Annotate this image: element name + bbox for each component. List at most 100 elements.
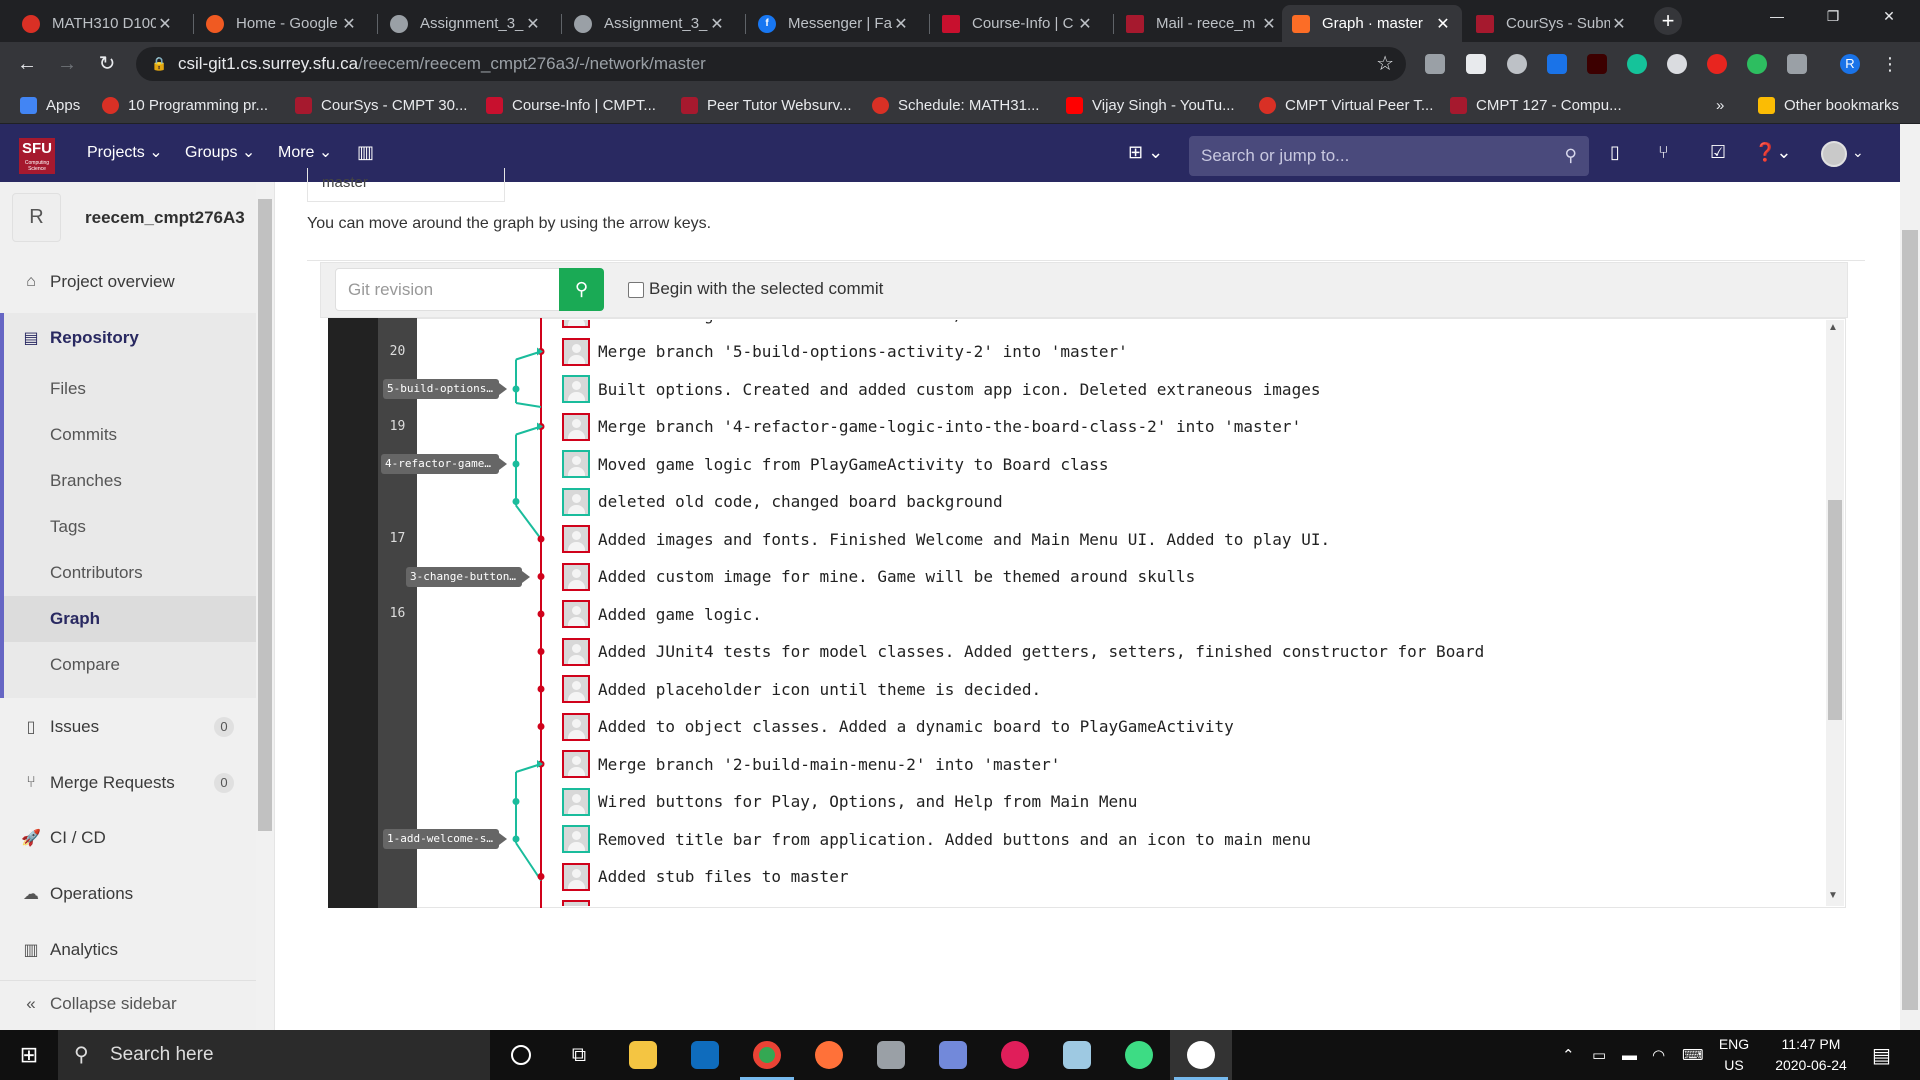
other-bookmarks[interactable]: Other bookmarks xyxy=(1758,95,1899,115)
commit-row[interactable]: Moved game logic from PlayGameActivity t… xyxy=(562,448,1109,480)
user-avatar[interactable] xyxy=(1821,141,1847,167)
notifications-icon[interactable]: ▤ xyxy=(1872,1030,1891,1080)
close-icon[interactable]: ✕ xyxy=(708,14,726,34)
extension-icon[interactable] xyxy=(1425,54,1445,74)
sidebar-project[interactable]: R reecem_cmpt276A3 xyxy=(12,193,245,242)
browser-tab[interactable]: Assignment_3_ ✕ xyxy=(564,5,736,42)
browser-tab[interactable]: Assignment_3_ ✕ xyxy=(380,5,552,42)
extension-icon[interactable] xyxy=(1507,54,1527,74)
more-menu[interactable]: More ⌄ xyxy=(278,142,332,162)
commit-row[interactable]: Merge branch '4-refactor-game-logic-into… xyxy=(562,411,1301,443)
file-explorer-icon[interactable] xyxy=(612,1030,674,1080)
browser-tab[interactable]: f Messenger | Fa ✕ xyxy=(748,5,920,42)
reload-icon[interactable]: ↻ xyxy=(93,50,121,78)
bookmark-item[interactable]: Schedule: MATH31... xyxy=(872,95,1039,115)
scroll-up-icon[interactable]: ▲ xyxy=(1828,322,1838,333)
app-icon[interactable] xyxy=(860,1030,922,1080)
commit-row[interactable]: Wired buttons for Play, Options, and Hel… xyxy=(562,786,1137,818)
taskbar-search[interactable]: ⚲ Search here xyxy=(58,1030,490,1080)
browser-tab-active[interactable]: Graph · master ✕ xyxy=(1282,5,1462,42)
chrome-icon[interactable] xyxy=(736,1030,798,1080)
close-icon[interactable]: ✕ xyxy=(1260,14,1278,34)
branch-selector[interactable]: master xyxy=(307,168,505,202)
collapse-sidebar-button[interactable]: « Collapse sidebar xyxy=(0,980,256,1026)
close-icon[interactable]: ✕ xyxy=(340,14,358,34)
browser-tab[interactable]: Mail - reece_m ✕ xyxy=(1116,5,1288,42)
adblock-icon[interactable] xyxy=(1707,54,1727,74)
evernote-icon[interactable] xyxy=(1747,54,1767,74)
search-input[interactable]: Search or jump to... ⚲ xyxy=(1189,136,1589,176)
commit-row[interactable]: Added images and fonts. Finished Welcome… xyxy=(562,523,1330,555)
browser-tab[interactable]: Course-Info | C ✕ xyxy=(932,5,1104,42)
close-icon[interactable]: ✕ xyxy=(156,14,174,34)
task-view-icon[interactable]: ⧉ xyxy=(548,1030,610,1080)
close-icon[interactable]: ✕ xyxy=(524,14,542,34)
restore-icon[interactable]: ❐ xyxy=(1810,0,1856,32)
close-window-icon[interactable]: ✕ xyxy=(1866,0,1912,32)
menu-kebab-icon[interactable]: ⋮ xyxy=(1880,54,1900,74)
extension-icon[interactable] xyxy=(1667,54,1687,74)
back-icon[interactable]: ← xyxy=(13,50,41,78)
sfu-logo[interactable]: SFU Computing Science xyxy=(19,138,55,174)
extension-icon[interactable] xyxy=(1547,54,1567,74)
scroll-down-icon[interactable]: ▼ xyxy=(1828,890,1838,901)
extension-icon[interactable] xyxy=(1587,54,1607,74)
groups-menu[interactable]: Groups ⌄ xyxy=(185,142,255,162)
close-icon[interactable]: ✕ xyxy=(1076,14,1094,34)
cortana-icon[interactable] xyxy=(490,1030,552,1080)
todo-icon[interactable]: ☑ xyxy=(1710,142,1726,163)
address-bar[interactable]: 🔒 csil-git1.cs.surrey.sfu.ca/reecem/reec… xyxy=(136,47,1406,81)
commit-row[interactable]: Added game logic. xyxy=(562,598,762,630)
slack-icon[interactable] xyxy=(984,1030,1046,1080)
page-scrollbar-thumb[interactable] xyxy=(1902,230,1918,1010)
firefox-icon[interactable] xyxy=(798,1030,860,1080)
begin-selected-checkbox[interactable] xyxy=(628,282,644,298)
merge-requests-icon[interactable]: ⑂ xyxy=(1658,142,1669,163)
mail-app-icon[interactable] xyxy=(674,1030,736,1080)
commit-row[interactable]: Removed title bar from application. Adde… xyxy=(562,823,1311,855)
git-revision-input[interactable]: Git revision xyxy=(335,268,561,311)
bookmark-item[interactable]: Apps xyxy=(20,95,80,115)
bookmarks-overflow[interactable]: » xyxy=(1716,95,1724,115)
browser-tab[interactable]: MATH310 D100 ✕ xyxy=(12,5,184,42)
bookmark-item[interactable]: CMPT 127 - Compu... xyxy=(1450,95,1622,115)
commit-row[interactable]: Merge branch '5-build-options-activity-2… xyxy=(562,336,1128,368)
commit-row[interactable]: Built options. Created and added custom … xyxy=(562,373,1320,405)
close-icon[interactable]: ✕ xyxy=(892,14,910,34)
commit-row[interactable]: Added to object classes. Added a dynamic… xyxy=(562,711,1234,743)
commit-row[interactable]: Added stub files to master xyxy=(562,861,848,893)
browser-tab[interactable]: Home - Google ✕ xyxy=(196,5,368,42)
bookmark-item[interactable]: Vijay Singh - YouTu... xyxy=(1066,95,1235,115)
close-icon[interactable]: ✕ xyxy=(1610,14,1628,34)
browser-tab[interactable]: CourSys - Subm ✕ xyxy=(1466,5,1638,42)
discord-icon[interactable] xyxy=(922,1030,984,1080)
android-studio-icon[interactable] xyxy=(1108,1030,1170,1080)
notes-app-icon[interactable] xyxy=(1046,1030,1108,1080)
commit-row[interactable]: deleted old code, changed board backgrou… xyxy=(562,486,1003,518)
forward-icon[interactable]: → xyxy=(53,50,81,78)
battery-icon[interactable]: ▬ xyxy=(1622,1030,1637,1080)
tray-app-icon[interactable]: ▭ xyxy=(1592,1030,1606,1080)
graph-scrollbar-thumb[interactable] xyxy=(1828,500,1842,720)
commit-row[interactable]: Merge branch '2-build-main-menu-2' into … xyxy=(562,748,1060,780)
new-tab-button[interactable]: + xyxy=(1654,7,1682,35)
tray-chevron-up-icon[interactable]: ⌃ xyxy=(1562,1030,1575,1080)
gitkraken-icon[interactable] xyxy=(1170,1030,1232,1080)
wifi-icon[interactable]: ◠ xyxy=(1652,1030,1665,1080)
issues-shortcut-icon[interactable]: ▯ xyxy=(1610,142,1620,163)
profile-avatar[interactable]: R xyxy=(1840,54,1860,74)
bookmark-item[interactable]: 10 Programming pr... xyxy=(102,95,268,115)
keyboard-icon[interactable]: ⌨ xyxy=(1682,1030,1704,1080)
activity-chart-icon[interactable]: ▥ xyxy=(357,142,374,163)
commit-row[interactable]: Added placeholder icon until theme is de… xyxy=(562,673,1041,705)
grammarly-icon[interactable] xyxy=(1627,54,1647,74)
chevron-down-icon[interactable]: ⌄ xyxy=(1852,144,1864,161)
help-icon[interactable]: ❓⌄ xyxy=(1754,142,1792,163)
bookmark-item[interactable]: CMPT Virtual Peer T... xyxy=(1259,95,1433,115)
search-button[interactable]: ⚲ xyxy=(559,268,604,311)
new-item-icon[interactable]: ⊞ ⌄ xyxy=(1128,142,1163,163)
bookmark-item[interactable]: CourSys - CMPT 30... xyxy=(295,95,467,115)
sidebar-item-analytics[interactable]: ▥ Analytics xyxy=(0,927,256,973)
projects-menu[interactable]: Projects ⌄ xyxy=(87,142,163,162)
bookmark-item[interactable]: Course-Info | CMPT... xyxy=(486,95,656,115)
